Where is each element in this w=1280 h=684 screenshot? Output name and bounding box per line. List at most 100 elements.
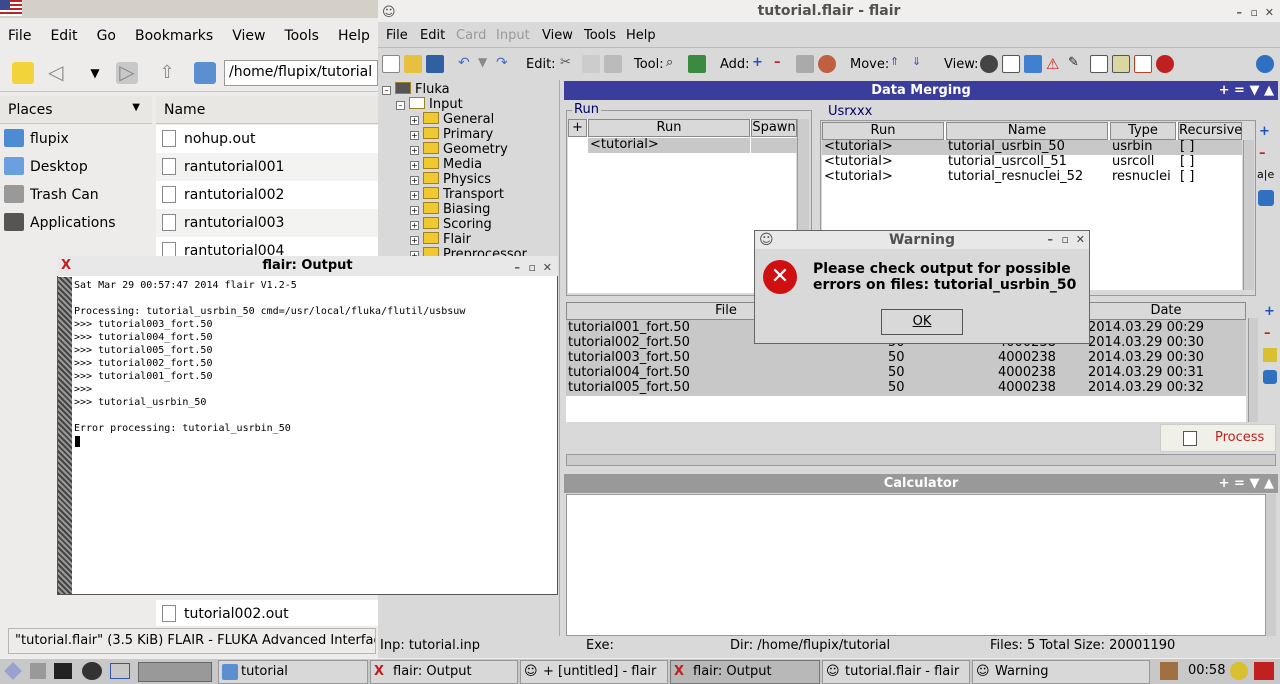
maximize-icon[interactable]: ▫	[1251, 2, 1258, 24]
task-output-2[interactable]: Xflair: Output	[670, 660, 820, 684]
open-icon[interactable]	[404, 55, 422, 73]
expand-icon[interactable]: +	[410, 131, 419, 140]
expand-icon[interactable]: +	[410, 161, 419, 170]
file-item[interactable]: rantutorial003	[156, 209, 378, 237]
expand-icon[interactable]: +	[410, 116, 419, 125]
minimize-icon[interactable]: –	[1048, 231, 1054, 249]
fm-menu-help[interactable]: Help	[338, 28, 370, 44]
place-trash[interactable]: Trash Can	[0, 181, 152, 209]
file-item[interactable]: tutorial002.out	[156, 600, 378, 626]
output-scrollbar[interactable]	[58, 277, 72, 594]
document-icon[interactable]	[1090, 55, 1108, 73]
new-icon[interactable]	[382, 55, 400, 73]
expand-icon[interactable]: +	[410, 221, 419, 230]
usr-cell-recursive[interactable]: [ ]	[1180, 154, 1194, 169]
expand-icon[interactable]: +	[410, 176, 419, 185]
add-icon[interactable]: +	[752, 55, 770, 73]
close-icon[interactable]: ✕	[543, 258, 552, 278]
place-applications[interactable]: Applications	[0, 209, 152, 237]
fm-menu-view[interactable]: View	[232, 28, 265, 44]
panel-controls[interactable]: + = ▼ ▲	[1219, 81, 1274, 100]
ok-button[interactable]: OK	[881, 309, 963, 335]
info-icon[interactable]	[1256, 55, 1274, 73]
maximize-icon[interactable]: ▫	[529, 258, 536, 278]
expand-icon[interactable]: +	[410, 191, 419, 200]
save-icon[interactable]	[426, 55, 444, 73]
path-input[interactable]: /home/flupix/tutorial	[224, 60, 378, 86]
clock[interactable]: 00:58	[1188, 663, 1225, 678]
tree-scoring[interactable]: + Scoring	[410, 217, 492, 232]
history-icon[interactable]: ▼	[478, 55, 496, 73]
process-button[interactable]: Process	[1160, 424, 1276, 452]
minimize-icon[interactable]: –	[515, 258, 521, 278]
maximize-icon[interactable]: ▫	[1062, 231, 1069, 249]
record-icon[interactable]	[1156, 55, 1174, 73]
files-add-icon[interactable]: +	[1264, 304, 1275, 319]
fluka-icon[interactable]	[980, 55, 998, 73]
files-col-date[interactable]: Date	[1086, 302, 1246, 320]
task-untitled[interactable]: ☺ + [untitled] - flair	[520, 660, 668, 684]
forward-icon[interactable]: ▷	[116, 62, 138, 84]
back-icon[interactable]: ◁	[48, 62, 70, 84]
warning-view-icon[interactable]: ⚠	[1046, 55, 1064, 73]
usr-col-name[interactable]: Name	[946, 122, 1108, 140]
run-icon[interactable]	[1024, 55, 1042, 73]
close-icon[interactable]: ✕	[1265, 2, 1274, 24]
copy-icon[interactable]	[582, 55, 600, 73]
tree-primary[interactable]: + Primary	[410, 127, 493, 142]
paste-icon[interactable]	[604, 55, 622, 73]
run-col-add[interactable]: +	[568, 119, 587, 137]
usr-scrollbar[interactable]	[1243, 140, 1254, 290]
menu-icon[interactable]	[4, 662, 22, 680]
expand-icon[interactable]: +	[410, 236, 419, 245]
usr-refresh-icon[interactable]	[1258, 190, 1274, 206]
tree-fluka[interactable]: – Fluka	[382, 82, 450, 97]
usr-col-recursive[interactable]: Recursive	[1178, 122, 1242, 140]
refresh-icon[interactable]	[688, 55, 706, 73]
fm-menu-bookmarks[interactable]: Bookmarks	[135, 28, 213, 44]
calculator-scrollbar[interactable]	[1266, 494, 1276, 636]
tree-transport[interactable]: + Transport	[410, 187, 504, 202]
redo-icon[interactable]: ↷	[496, 55, 514, 73]
output-icon[interactable]: ✎	[1068, 55, 1086, 73]
remove-icon[interactable]: –	[774, 55, 792, 73]
tree-flair[interactable]: + Flair	[410, 232, 471, 247]
logout-icon[interactable]	[1254, 662, 1274, 680]
fm-menu-edit[interactable]: Edit	[50, 28, 77, 44]
close-icon[interactable]: ✕	[1076, 231, 1085, 249]
geometry-icon[interactable]	[1002, 55, 1020, 73]
move-up-icon[interactable]: ⇑	[890, 55, 908, 73]
menu-input[interactable]: Input	[496, 28, 530, 43]
files-refresh-icon[interactable]	[1263, 370, 1277, 384]
terminal-icon[interactable]	[54, 663, 72, 679]
plot-icon[interactable]	[1134, 55, 1152, 73]
menu-card[interactable]: Card	[456, 28, 486, 43]
menu-view[interactable]: View	[542, 28, 573, 43]
home-icon[interactable]	[194, 62, 216, 84]
clipboard-icon[interactable]	[1160, 662, 1178, 680]
horizontal-scrollbar[interactable]	[566, 454, 1276, 466]
usr-cell-recursive[interactable]: [ ]	[1180, 139, 1194, 154]
settings-icon[interactable]	[796, 55, 814, 73]
place-flupix[interactable]: flupix	[0, 125, 152, 153]
find-icon[interactable]: ⌕	[666, 55, 684, 73]
expand-icon[interactable]: +	[410, 206, 419, 215]
run-row-spawn-cell[interactable]	[751, 138, 797, 153]
usr-col-run[interactable]: Run	[822, 122, 944, 140]
usr-remove-icon[interactable]: –	[1259, 146, 1266, 161]
windows-icon[interactable]	[110, 663, 130, 679]
tree-input[interactable]: – Input	[396, 97, 463, 112]
fm-menu-tools[interactable]: Tools	[284, 28, 319, 44]
usr-rename-icon[interactable]: a|e	[1257, 168, 1274, 181]
usr-add-icon[interactable]: +	[1259, 124, 1270, 139]
usr-col-type[interactable]: Type	[1110, 122, 1176, 140]
file-item[interactable]: nohup.out	[156, 125, 378, 153]
menu-tools[interactable]: Tools	[584, 28, 616, 43]
minimize-icon[interactable]: –	[1237, 2, 1243, 24]
places-header[interactable]: Places ▼	[0, 96, 152, 124]
chevron-down-icon[interactable]: ▼	[132, 102, 140, 113]
tree-general[interactable]: + General	[410, 112, 494, 127]
task-warning[interactable]: ☺ Warning	[972, 660, 1150, 684]
file-item[interactable]: rantutorial001	[156, 153, 378, 181]
usr-cell-recursive[interactable]: [ ]	[1180, 169, 1194, 184]
